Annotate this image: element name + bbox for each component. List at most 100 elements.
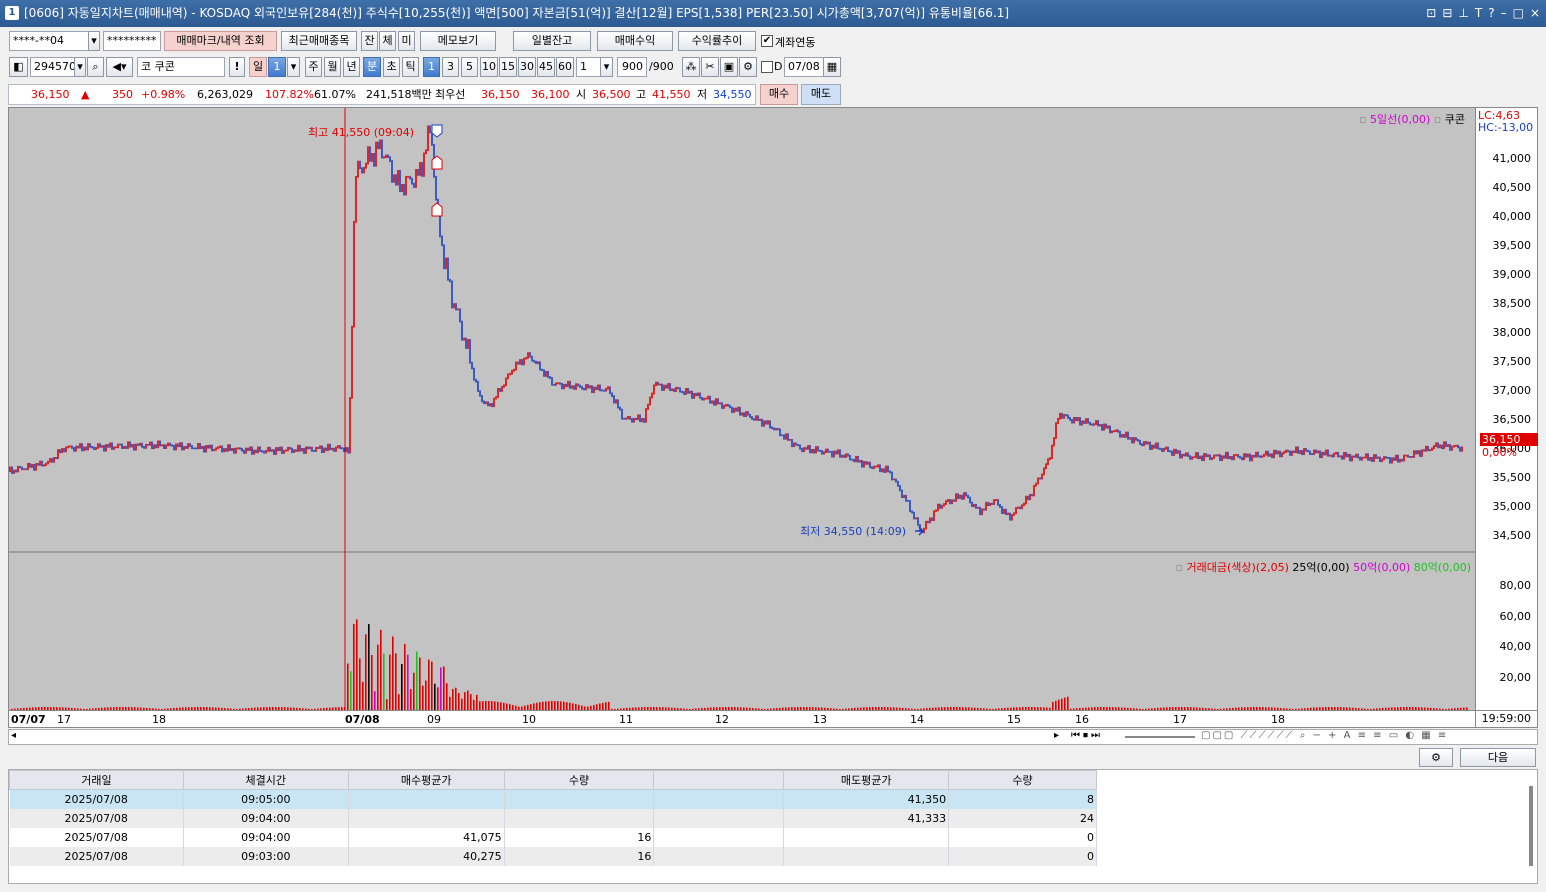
- password-input[interactable]: *********: [103, 31, 161, 51]
- stock-name-field[interactable]: 코 쿠콘: [137, 57, 225, 77]
- period-day-button[interactable]: 일: [249, 57, 267, 77]
- volume-bar: [416, 651, 418, 710]
- alert-button[interactable]: !: [229, 57, 245, 77]
- period-minute-button[interactable]: 분: [363, 57, 381, 77]
- period-tick-button[interactable]: 틱: [402, 57, 419, 77]
- count-input[interactable]: 900: [617, 57, 647, 77]
- period-month-button[interactable]: 월: [324, 57, 341, 77]
- volume-bar: [605, 702, 607, 710]
- recent-trades-button[interactable]: 최근매매종목: [281, 31, 357, 51]
- save-icon[interactable]: ▣: [720, 57, 738, 77]
- code-dropdown-icon[interactable]: ▾: [74, 57, 86, 77]
- col-trade-date[interactable]: 거래일: [9, 770, 184, 790]
- maximize-button[interactable]: □: [1513, 0, 1524, 27]
- minute-15-button[interactable]: 15: [499, 57, 517, 77]
- date-input[interactable]: 07/08: [784, 57, 824, 77]
- playback-controls-icon[interactable]: ⏮⏹⏭: [1071, 730, 1103, 741]
- volume: 6,263,029: [197, 88, 253, 101]
- search-icon[interactable]: ⌕: [87, 57, 104, 77]
- period-year-button[interactable]: 년: [343, 57, 360, 77]
- volume-bar: [557, 701, 559, 710]
- minute-45-button[interactable]: 45: [537, 57, 555, 77]
- minute-30-button[interactable]: 30: [518, 57, 536, 77]
- account-link-checkbox[interactable]: ✔: [761, 35, 773, 47]
- minimize-button[interactable]: –: [1501, 0, 1507, 27]
- period-second-button[interactable]: 초: [383, 57, 400, 77]
- table-cell: [348, 808, 505, 828]
- settings-icon[interactable]: ⚙: [739, 57, 757, 77]
- grid-scrollbar[interactable]: [1529, 786, 1533, 866]
- buy-button[interactable]: 매수: [760, 84, 798, 105]
- table-cell: 09:04:00: [183, 827, 349, 847]
- table-row[interactable]: 2025/07/08 09:03:00 40,275 16 0: [9, 846, 1097, 866]
- tile-window-icon[interactable]: ⊟: [1442, 0, 1452, 27]
- price-volume-chart[interactable]: [9, 108, 1475, 710]
- volume-bar: [386, 699, 388, 710]
- market-prefix: 코: [141, 60, 152, 73]
- unfilled-button[interactable]: 미: [398, 31, 415, 51]
- period-dropdown-icon[interactable]: ▾: [287, 57, 300, 77]
- volume-bar: [347, 663, 349, 710]
- series-legend: 쿠콘: [1444, 113, 1465, 126]
- zoom-slider[interactable]: [1125, 736, 1195, 738]
- drawing-tools-icon[interactable]: ▢▢▢ ⟋⟋⟋⟋⟋⟋ ⌕ − + A ≡ ≡ ▭ ◐ ▦ ≡: [1201, 730, 1448, 741]
- trade-mark-query-button[interactable]: 매매마크/내역 조회: [164, 31, 277, 51]
- next-button[interactable]: 다음: [1460, 748, 1536, 767]
- vol-legend-amount: 거래대금(색상)(2,05): [1186, 561, 1289, 574]
- chart-area[interactable]: ▫ 5일선(0,00) ▫ 쿠콘 ▫ 거래대금(색상)(2,05) 25억(0,…: [8, 107, 1538, 728]
- table-row[interactable]: 2025/07/08 09:05:00 41,350 8: [9, 789, 1097, 809]
- window-controls: ⊡ ⊟ ⊥ T ? – □ ×: [1426, 0, 1540, 27]
- close-button[interactable]: ×: [1530, 0, 1540, 27]
- volume-tick: 40,00: [1499, 640, 1532, 653]
- pin-icon[interactable]: ⊥: [1458, 0, 1468, 27]
- sound-icon[interactable]: ◀▾: [106, 57, 133, 77]
- daily-balance-button[interactable]: 일별잔고: [513, 31, 591, 51]
- table-cell: 2025/07/08: [9, 808, 184, 828]
- price-tick: 37,500: [1492, 355, 1532, 368]
- minute-1-button[interactable]: 1: [423, 57, 440, 77]
- calendar-icon[interactable]: ▦: [823, 57, 841, 77]
- minute-10-button[interactable]: 10: [480, 57, 498, 77]
- balance-button[interactable]: 잔: [361, 31, 378, 51]
- trade-profit-button[interactable]: 매매수익: [597, 31, 673, 51]
- volume-tick: 20,00: [1499, 670, 1532, 684]
- table-cell: 41,333: [783, 808, 950, 828]
- unit-dropdown-icon[interactable]: ▾: [600, 57, 613, 77]
- gear-icon[interactable]: ⚙: [1419, 748, 1453, 767]
- period-week-button[interactable]: 주: [305, 57, 322, 77]
- period-day-count[interactable]: 1: [268, 57, 286, 77]
- font-icon[interactable]: T: [1475, 0, 1482, 27]
- executed-button[interactable]: 체: [379, 31, 396, 51]
- col-exec-time[interactable]: 체결시간: [182, 770, 349, 790]
- stock-code-input[interactable]: 294570: [30, 57, 76, 77]
- scroll-left-icon[interactable]: ◂: [11, 730, 16, 741]
- col-buy-qty[interactable]: 수량: [503, 770, 655, 790]
- unit-input[interactable]: 1: [576, 57, 602, 77]
- table-row[interactable]: 2025/07/08 09:04:00 41,075 16 0: [9, 827, 1097, 847]
- volume-bar: [458, 693, 460, 710]
- col-sell-qty[interactable]: 수량: [948, 770, 1097, 790]
- minute-3-button[interactable]: 3: [442, 57, 459, 77]
- table-row[interactable]: 2025/07/08 09:04:00 41,333 24: [9, 808, 1097, 828]
- drawing-icon[interactable]: ✂: [701, 57, 719, 77]
- scroll-right-icon[interactable]: ▸: [1054, 730, 1059, 741]
- table-cell: 41,075: [348, 827, 505, 847]
- indicator-icon[interactable]: ⁂: [682, 57, 700, 77]
- help-icon[interactable]: ?: [1488, 0, 1494, 27]
- volume-bar: [467, 690, 469, 710]
- volume-bar: [476, 694, 478, 710]
- date-checkbox[interactable]: [761, 61, 773, 73]
- minute-5-button[interactable]: 5: [461, 57, 478, 77]
- col-buy-avg[interactable]: 매수평균가: [347, 770, 505, 790]
- sell-button[interactable]: 매도: [801, 84, 841, 105]
- chart-scrollbar[interactable]: ◂ ▸ ⏮⏹⏭ ▢▢▢ ⟋⟋⟋⟋⟋⟋ ⌕ − + A ≡ ≡ ▭ ◐ ▦ ≡: [8, 729, 1538, 745]
- volume-bar: [452, 688, 454, 710]
- minute-60-button[interactable]: 60: [556, 57, 574, 77]
- memo-button[interactable]: 메모보기: [420, 31, 496, 51]
- col-sell-avg[interactable]: 매도평균가: [783, 770, 950, 790]
- layout-icon[interactable]: ◧: [9, 57, 28, 77]
- account-input[interactable]: ****-**04: [9, 31, 89, 51]
- link-window-icon[interactable]: ⊡: [1426, 0, 1436, 27]
- account-dropdown-icon[interactable]: ▾: [88, 31, 100, 51]
- profit-trend-button[interactable]: 수익률추이: [678, 31, 756, 51]
